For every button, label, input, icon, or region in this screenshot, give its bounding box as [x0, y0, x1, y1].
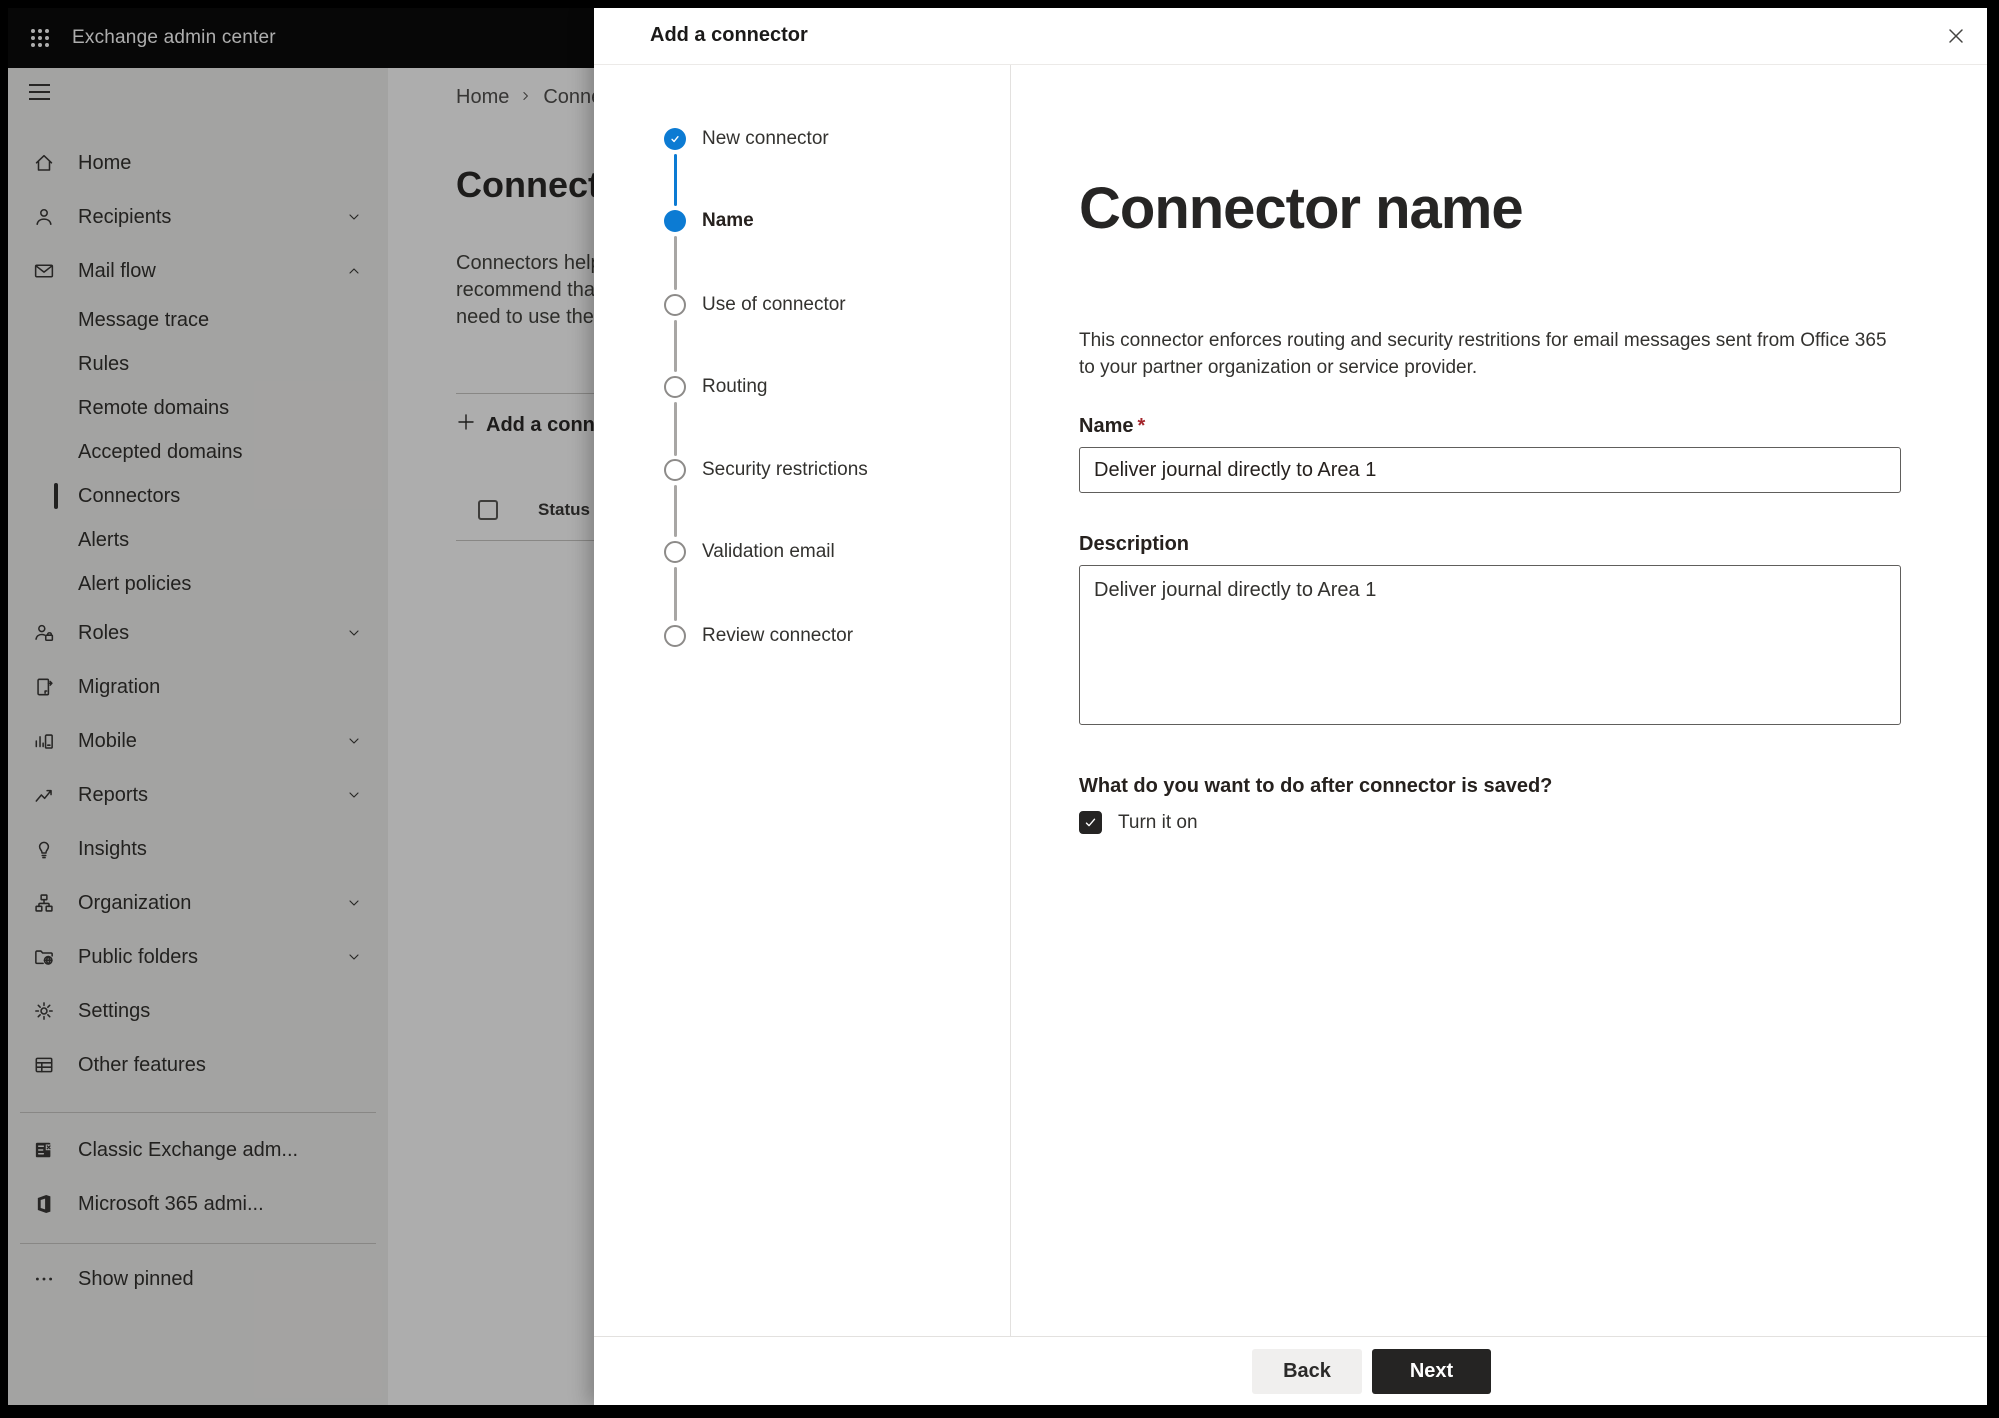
close-button[interactable] — [1941, 21, 1971, 51]
step-upcoming-icon — [664, 541, 686, 563]
step-page-title: Connector name — [1079, 176, 1524, 241]
wizard-step-new-connector[interactable]: New connector — [594, 126, 829, 152]
dialog-header: Add a connector — [594, 8, 1987, 65]
wizard-step-label: Review connector — [702, 625, 854, 646]
step-connector-line — [674, 320, 677, 372]
step-connector-line — [674, 402, 677, 456]
wizard-step-use-of-connector[interactable]: Use of connector — [594, 292, 846, 318]
step-active-icon — [664, 210, 686, 232]
connector-description-textarea[interactable]: Deliver journal directly to Area 1 — [1079, 565, 1901, 725]
step-upcoming-icon — [664, 294, 686, 316]
wizard-step-name[interactable]: Name — [594, 208, 754, 234]
step-connector-line — [674, 236, 677, 290]
wizard-step-label: Use of connector — [702, 294, 846, 315]
checkmark-icon — [1085, 818, 1096, 827]
after-save-question: What do you want to do after connector i… — [1079, 775, 1553, 797]
dialog-footer: Back Next — [594, 1336, 1987, 1405]
required-marker: * — [1137, 415, 1146, 437]
wizard-step-label: Name — [702, 210, 754, 231]
name-field-label: Name * — [1079, 415, 1146, 437]
add-connector-dialog: Add a connector New connector Name Use o… — [594, 8, 1987, 1405]
step-upcoming-icon — [664, 625, 686, 647]
step-upcoming-icon — [664, 376, 686, 398]
step-connector-line — [674, 485, 677, 537]
next-button[interactable]: Next — [1372, 1349, 1491, 1394]
step-connector-line — [674, 154, 677, 206]
wizard-step-security-restrictions[interactable]: Security restrictions — [594, 457, 868, 483]
wizard-step-review-connector[interactable]: Review connector — [594, 623, 853, 649]
turn-on-checkbox[interactable] — [1079, 811, 1102, 834]
wizard-step-label: Security restrictions — [702, 459, 868, 480]
wizard-step-routing[interactable]: Routing — [594, 374, 768, 400]
description-line: to your partner organization or service … — [1079, 357, 1478, 378]
description-field-label: Description — [1079, 533, 1190, 555]
close-icon — [1949, 29, 1963, 43]
wizard-step-label: Routing — [702, 376, 768, 397]
wizard-steps-panel: New connector Name Use of connector Rout… — [594, 65, 1011, 1336]
turn-on-label: Turn it on — [1118, 811, 1198, 833]
step-completed-icon — [664, 128, 686, 150]
turn-on-row: Turn it on — [1079, 811, 1198, 834]
wizard-step-validation-email[interactable]: Validation email — [594, 539, 835, 565]
exchange-admin-app: Exchange admin center Home Recipients Ma… — [8, 8, 1987, 1405]
step-upcoming-icon — [664, 459, 686, 481]
step-description: This connector enforces routing and secu… — [1079, 327, 1887, 381]
wizard-step-label: New connector — [702, 128, 829, 149]
back-button[interactable]: Back — [1252, 1349, 1362, 1394]
step-connector-line — [674, 567, 677, 621]
wizard-step-label: Validation email — [702, 541, 835, 562]
dialog-content: Connector name This connector enforces r… — [1011, 65, 1987, 1336]
connector-name-input[interactable] — [1079, 447, 1901, 493]
description-line: This connector enforces routing and secu… — [1079, 330, 1887, 351]
dialog-title: Add a connector — [650, 24, 808, 46]
